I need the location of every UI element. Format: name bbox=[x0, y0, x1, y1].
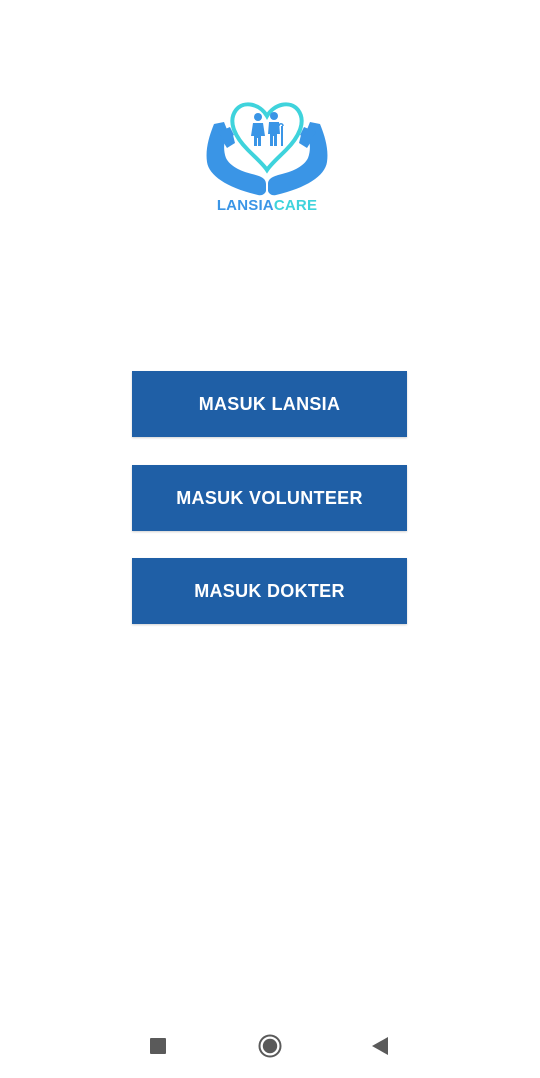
masuk-lansia-label: MASUK LANSIA bbox=[198, 393, 341, 414]
masuk-volunteer-button[interactable]: MASUK VOLUNTEER bbox=[132, 465, 407, 531]
masuk-volunteer-label: MASUK VOLUNTEER bbox=[176, 487, 363, 508]
logo-wordmark: LANSIACARE bbox=[200, 197, 334, 215]
triangle-back-icon[interactable] bbox=[371, 1036, 389, 1056]
logo-text-care: CARE bbox=[273, 197, 318, 214]
lansiacare-logo: LANSIACARE bbox=[200, 96, 334, 220]
login-screen: LANSIACARE MASUK LANSIA MASUK VOLUNTEER … bbox=[0, 0, 540, 1078]
logo-text-lansia: LANSIA bbox=[216, 197, 274, 214]
masuk-lansia-button[interactable]: MASUK LANSIA bbox=[132, 371, 407, 437]
square-recents-icon[interactable] bbox=[150, 1038, 166, 1054]
masuk-dokter-button[interactable]: MASUK DOKTER bbox=[132, 558, 407, 624]
system-navigation-bar bbox=[0, 1018, 540, 1078]
masuk-dokter-label: MASUK DOKTER bbox=[194, 580, 345, 601]
heart-elderly-couple-hands-icon bbox=[206, 102, 328, 196]
circle-home-icon[interactable] bbox=[258, 1034, 282, 1058]
